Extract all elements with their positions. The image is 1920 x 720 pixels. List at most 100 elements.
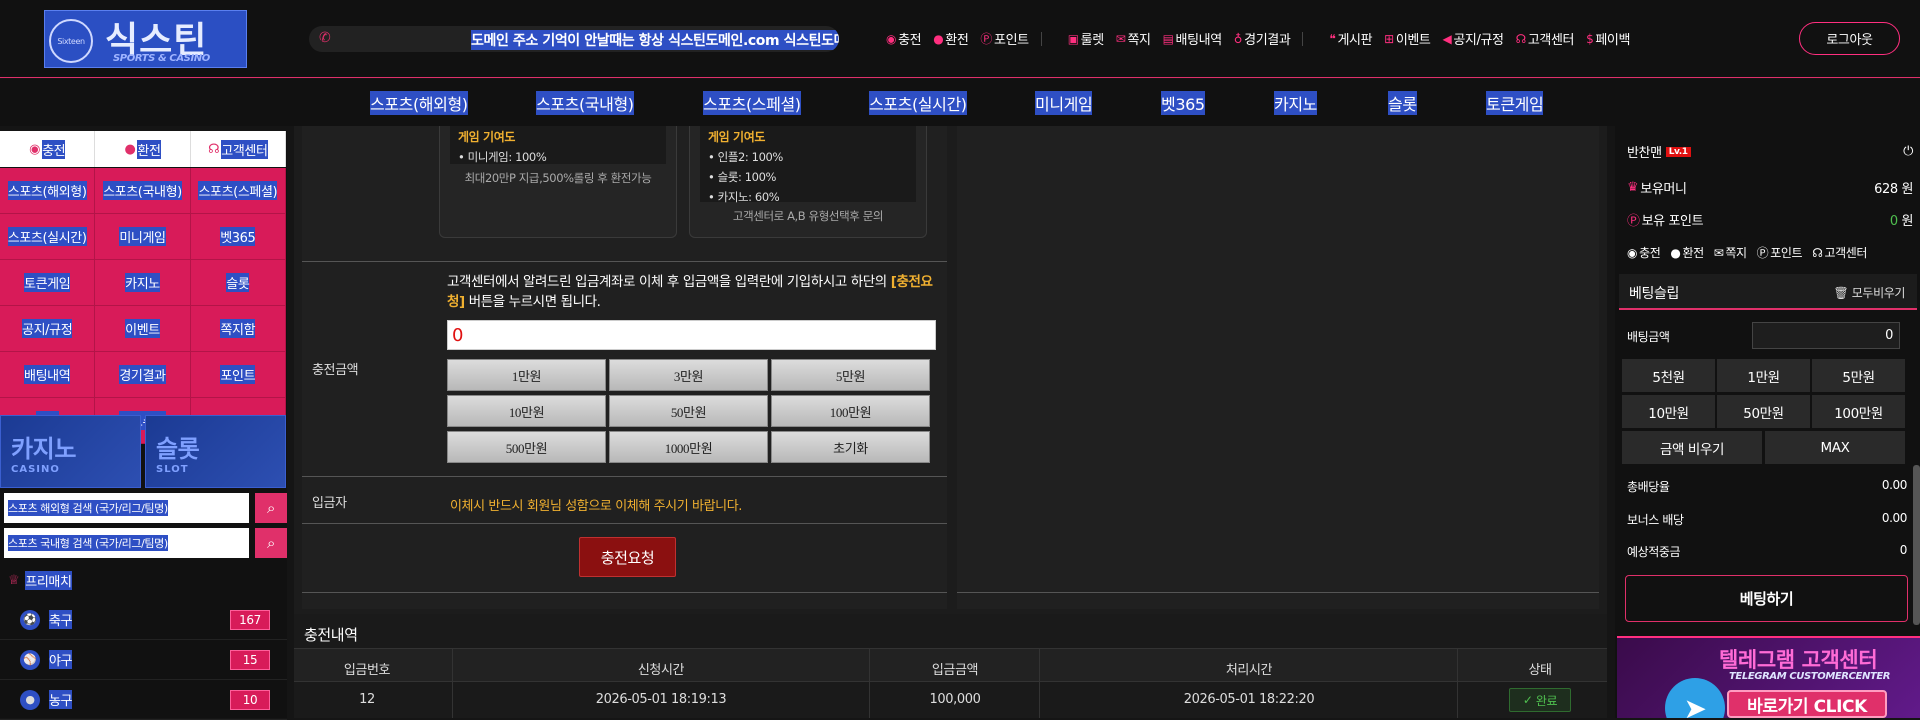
category-item[interactable]: 토큰게임 [1486,91,1544,115]
category-item[interactable]: 스포츠(실시간) [869,91,967,115]
sidebar-deposit-button[interactable]: ◉ 충전 [0,131,96,167]
bet-amount-button[interactable]: 10만원 [1622,395,1715,428]
place-bet-button[interactable]: 베팅하기 [1625,575,1908,622]
power-icon[interactable]: ⏻ [1903,144,1913,159]
bet-amount-button[interactable]: 5만원 [1812,359,1905,392]
sidebar-item[interactable]: 카지노 [95,260,191,306]
sidebar-item[interactable]: 슬롯 [190,260,286,306]
nav-roulette[interactable]: ▣ 룰렛 [1068,29,1104,49]
cell-process-time: 2026-05-01 18:22:20 [1183,692,1315,707]
amount-button[interactable]: 500만원 [447,431,606,463]
category-item[interactable]: 슬롯 [1388,91,1417,115]
sidebar-item[interactable]: 스포츠(해외형) [0,168,96,214]
label: 스포츠(실시간) [7,227,87,246]
search-input[interactable]: 스포츠 국내형 검색 (국가/리그/팀명) [4,528,249,558]
nav-results[interactable]: ♁ 경기결과 [1234,29,1291,49]
category-item[interactable]: 스포츠(국내형) [536,91,634,115]
amount-button[interactable]: 1000만원 [609,431,768,463]
nav-label: 포인트 [994,33,1029,48]
search-button[interactable]: ⌕ [255,528,287,558]
search-input[interactable]: 스포츠 해외형 검색 (국가/리그/팀명) [4,493,249,523]
search-domestic: 스포츠 국내형 검색 (국가/리그/팀명) ⌕ [4,528,287,558]
quick-point[interactable]: Ⓟ 포인트 [1757,244,1803,261]
quick-deposit[interactable]: ◉ 충전 [1627,244,1661,261]
category-item[interactable]: 미니게임 [1035,91,1093,115]
amount-button[interactable]: 100만원 [771,395,930,427]
nav-board[interactable]: ❝ 게시판 [1329,29,1372,49]
sidebar-item[interactable]: 스포츠(국내형) [95,168,191,214]
nav-support[interactable]: ☊ 고객센터 [1516,29,1575,49]
logout-button[interactable]: 로그아웃 [1799,22,1900,55]
scrollbar[interactable] [1913,465,1920,625]
sidebar-item[interactable]: 이벤트 [95,306,191,352]
deposit-amount-input[interactable]: 0 [447,320,936,350]
nav-event[interactable]: ⊞ 이벤트 [1384,29,1431,49]
amount-button[interactable]: 5만원 [771,359,930,391]
card-note: 고객센터로 A,B 유형선택후 문의 [732,209,884,223]
level-badge: Lv.1 [1665,146,1691,157]
quick-message[interactable]: ✉ 쪽지 [1714,244,1747,261]
bet-amount-button[interactable]: 1만원 [1717,359,1810,392]
casino-banner[interactable]: 카지노 CASINO [0,415,141,488]
sport-item-baseball[interactable]: ⚾ 야구 15 [0,640,287,680]
divider [302,476,947,477]
depositor-notice: 이체시 반드시 회원님 성함으로 이체해 주시기 바랍니다. [450,499,743,514]
category-item[interactable]: 카지노 [1274,91,1317,115]
nav-message[interactable]: ✉ 쪽지 [1116,29,1151,49]
amount-button[interactable]: 50만원 [609,395,768,427]
money-label: 보유머니 [1640,182,1687,197]
cell-request-time: 2026-05-01 18:19:13 [595,692,727,707]
amount-button[interactable]: 10만원 [447,395,606,427]
clear-amount-button[interactable]: 금액 비우기 [1622,431,1762,464]
category-item[interactable]: 스포츠(해외형) [370,91,468,115]
sidebar-item[interactable]: 벳365 [190,214,286,260]
clear-all-button[interactable]: 🗑 모두비우기 [1834,284,1906,301]
divider [957,592,1599,593]
nav-payback[interactable]: $ 페이백 [1586,29,1630,49]
category-item[interactable]: 벳365 [1161,91,1205,115]
sidebar-item[interactable]: 포인트 [190,352,286,398]
sidebar-item[interactable]: 토큰게임 [0,260,96,306]
bet-amount-input[interactable]: 0 [1752,322,1900,349]
quick-support[interactable]: ☊ 고객센터 [1812,244,1867,261]
sidebar-item[interactable]: 배팅내역 [0,352,96,398]
bet-amount-button[interactable]: 50만원 [1717,395,1810,428]
sidebar-item[interactable]: 스포츠(실시간) [0,214,96,260]
amount-label: 충전금액 [312,363,359,378]
site-logo[interactable]: Sixteen 식스틴 SPORTS & CASINO [44,10,247,68]
quick-withdraw[interactable]: ● 환전 [1670,244,1704,261]
sidebar-support-button[interactable]: ☊ 고객센터 [191,131,286,167]
sport-item-basketball[interactable]: ● 농구 10 [0,680,287,720]
sidebar-item[interactable]: 경기결과 [95,352,191,398]
sidebar-item[interactable]: 공지/규정 [0,306,96,352]
bet-amount-button[interactable]: 100만원 [1812,395,1905,428]
sidebar-item[interactable]: 쪽지함 [190,306,286,352]
sidebar-item[interactable]: 미니게임 [95,214,191,260]
search-placeholder: 스포츠 해외형 검색 (국가/리그/팀명) [8,500,168,516]
nav-withdraw[interactable]: ● 환전 [933,29,969,49]
prematch-header[interactable]: ♕ 프리매치 [0,560,287,600]
search-button[interactable]: ⌕ [255,493,287,523]
amount-button[interactable]: 3만원 [609,359,768,391]
nav-point[interactable]: Ⓟ 포인트 [980,29,1029,48]
nav-deposit[interactable]: ◉ 충전 [886,29,922,49]
telegram-subtitle: TELEGRAM CUSTOMERCENTER [1729,671,1891,682]
col-header: 상태 [1528,663,1552,678]
max-button[interactable]: MAX [1765,431,1905,464]
sport-item-soccer[interactable]: ⚽ 축구 167 [0,600,287,640]
sidebar-withdraw-button[interactable]: ● 환전 [95,131,191,167]
deposit-request-button[interactable]: 충전요청 [579,537,676,577]
nav-bet-history[interactable]: ▤ 배팅내역 [1163,29,1223,49]
nav-notice[interactable]: ◀ 공지/규정 [1443,29,1504,49]
telegram-banner[interactable]: ➤ 텔레그램 고객센터 TELEGRAM CUSTOMERCENTER 바로가기… [1617,636,1920,718]
category-item[interactable]: 스포츠(스페셜) [703,91,801,115]
search-placeholder: 스포츠 국내형 검색 (국가/리그/팀명) [8,535,168,551]
slot-banner[interactable]: 슬롯 SLOT [145,415,286,488]
amount-button[interactable]: 1만원 [447,359,606,391]
sidebar-item[interactable]: 스포츠(스페셜) [190,168,286,214]
check-icon: ✓ [1522,693,1533,707]
bonus-card-a: 게임 기여도 • 미니게임: 100% 최대20만P 지급,500%롤링 후 환… [439,126,677,238]
bet-amount-button[interactable]: 5천원 [1622,359,1715,392]
marquee-text: 도메인 주소 기억이 안날때는 항상 식스틴도메인.com 식스틴도메 [471,30,839,50]
reset-button[interactable]: 초기화 [771,431,930,463]
